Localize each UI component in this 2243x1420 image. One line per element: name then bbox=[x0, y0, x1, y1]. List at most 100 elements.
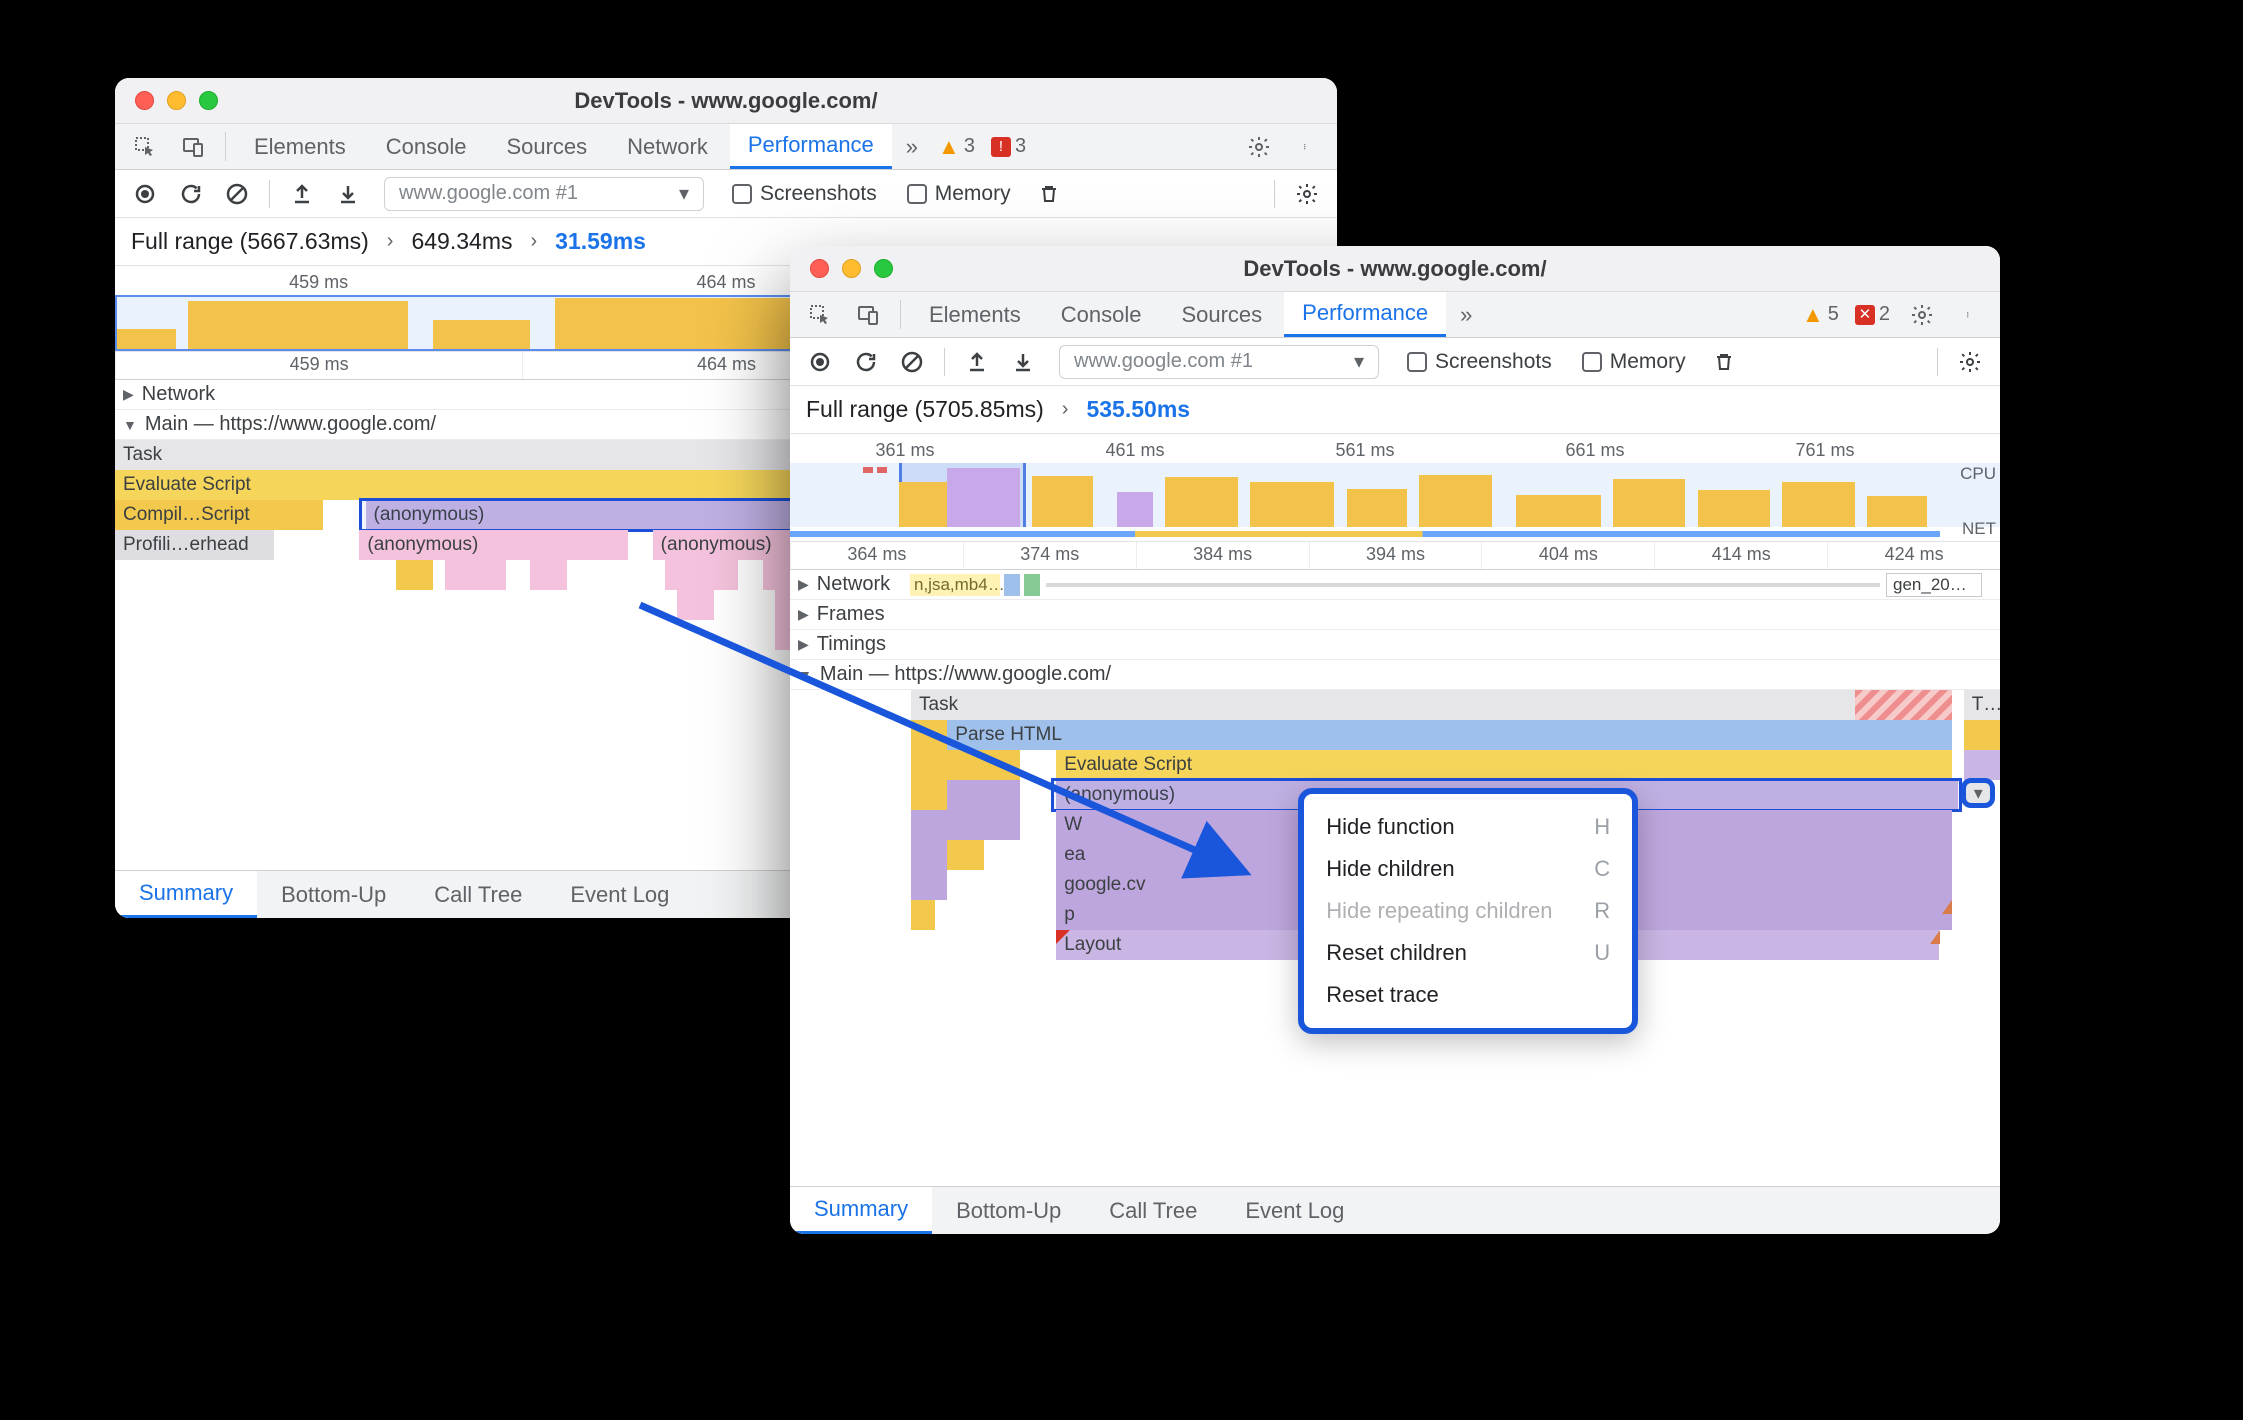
memory-label: Memory bbox=[1610, 350, 1686, 374]
breadcrumb-full[interactable]: Full range (5667.63ms) bbox=[131, 228, 369, 255]
ctx-label: Reset children bbox=[1326, 940, 1467, 966]
errors-badge[interactable]: ✕2 bbox=[1855, 292, 1890, 337]
tab-summary[interactable]: Summary bbox=[790, 1187, 932, 1234]
tab-bottom-up[interactable]: Bottom-Up bbox=[932, 1187, 1085, 1234]
window-titlebar: DevTools - www.google.com/ bbox=[115, 78, 1337, 124]
tab-console[interactable]: Console bbox=[368, 124, 485, 169]
tab-elements[interactable]: Elements bbox=[236, 124, 364, 169]
tab-sources[interactable]: Sources bbox=[1163, 292, 1280, 337]
tab-call-tree[interactable]: Call Tree bbox=[1085, 1187, 1221, 1234]
timeline-ruler[interactable]: 364 ms 374 ms 384 ms 394 ms 404 ms 414 m… bbox=[790, 542, 2000, 570]
track-main-label: Main — https://www.google.com/ bbox=[820, 663, 1111, 686]
upload-icon[interactable] bbox=[282, 174, 322, 214]
recording-selector[interactable]: www.google.com #1 ▾ bbox=[1059, 345, 1379, 379]
gear-icon[interactable] bbox=[1900, 292, 1944, 337]
garbage-collect-icon[interactable] bbox=[1704, 342, 1744, 382]
kebab-menu-icon[interactable] bbox=[1948, 292, 1992, 337]
dropdown-icon: ▾ bbox=[679, 181, 689, 206]
warnings-badge[interactable]: ▲5 bbox=[1802, 292, 1839, 337]
breadcrumb-current: 535.50ms bbox=[1086, 396, 1190, 423]
flame-entry-dropdown[interactable] bbox=[1961, 778, 1995, 808]
device-toggle-icon[interactable] bbox=[171, 124, 215, 169]
track-frames[interactable]: ▶Frames bbox=[790, 600, 2000, 630]
breadcrumb-mid[interactable]: 649.34ms bbox=[411, 228, 512, 255]
tab-bottom-up[interactable]: Bottom-Up bbox=[257, 871, 410, 918]
gear-icon[interactable] bbox=[1287, 174, 1327, 214]
track-main[interactable]: ▼Main — https://www.google.com/ bbox=[790, 660, 2000, 690]
network-request[interactable] bbox=[1004, 574, 1020, 596]
ctx-reset-children[interactable]: Reset children U bbox=[1304, 932, 1632, 974]
performance-toolbar: www.google.com #1 ▾ Screenshots Memory bbox=[790, 338, 2000, 386]
ctx-shortcut: R bbox=[1594, 898, 1610, 924]
flame-compile-script[interactable]: Compil…Script bbox=[115, 500, 323, 530]
chevron-right-icon: › bbox=[530, 230, 537, 253]
flame-chart[interactable]: Task T… Parse HTML Evaluate Script (anon… bbox=[790, 690, 2000, 1050]
recording-label: www.google.com #1 bbox=[1074, 350, 1253, 373]
track-timings[interactable]: ▶Timings bbox=[790, 630, 2000, 660]
garbage-collect-icon[interactable] bbox=[1029, 174, 1069, 214]
network-request[interactable] bbox=[1024, 574, 1040, 596]
track-network[interactable]: ▶Network n,jsa,mb4… gen_20… bbox=[790, 570, 2000, 600]
flame-task[interactable]: T… bbox=[1964, 690, 2000, 720]
kebab-menu-icon[interactable] bbox=[1285, 124, 1329, 169]
flame-profiling-overhead[interactable]: Profili…erhead bbox=[115, 530, 274, 560]
screenshots-label: Screenshots bbox=[1435, 350, 1552, 374]
reload-icon[interactable] bbox=[171, 174, 211, 214]
gear-icon[interactable] bbox=[1950, 342, 1990, 382]
flame-long-task[interactable] bbox=[1855, 690, 1952, 720]
breadcrumb-full[interactable]: Full range (5705.85ms) bbox=[806, 396, 1044, 423]
tab-elements[interactable]: Elements bbox=[911, 292, 1039, 337]
track-frames-label: Frames bbox=[817, 603, 885, 626]
upload-icon[interactable] bbox=[957, 342, 997, 382]
tabs-overflow[interactable]: » bbox=[1450, 292, 1482, 337]
inspect-icon[interactable] bbox=[123, 124, 167, 169]
ctx-label: Hide function bbox=[1326, 814, 1454, 840]
memory-checkbox[interactable]: Memory bbox=[907, 182, 1011, 206]
ctx-label: Reset trace bbox=[1326, 982, 1439, 1008]
track-timings-label: Timings bbox=[817, 633, 886, 656]
flame-evaluate-script[interactable]: Evaluate Script bbox=[1056, 750, 1951, 780]
tab-sources[interactable]: Sources bbox=[488, 124, 605, 169]
chevron-right-icon: › bbox=[387, 230, 394, 253]
device-toggle-icon[interactable] bbox=[846, 292, 890, 337]
devtools-tabstrip: Elements Console Sources Performance » ▲… bbox=[790, 292, 2000, 338]
errors-count: 2 bbox=[1879, 303, 1890, 326]
range-breadcrumb: Full range (5705.85ms) › 535.50ms bbox=[790, 386, 2000, 434]
recording-selector[interactable]: www.google.com #1 ▾ bbox=[384, 177, 704, 211]
tab-network[interactable]: Network bbox=[609, 124, 726, 169]
download-icon[interactable] bbox=[328, 174, 368, 214]
tab-event-log[interactable]: Event Log bbox=[546, 871, 693, 918]
errors-badge[interactable]: !3 bbox=[991, 124, 1026, 169]
devtools-tabstrip: Elements Console Sources Network Perform… bbox=[115, 124, 1337, 170]
inspect-icon[interactable] bbox=[798, 292, 842, 337]
timeline-overview[interactable]: 361 ms 461 ms 561 ms 661 ms 761 ms bbox=[790, 434, 2000, 542]
reload-icon[interactable] bbox=[846, 342, 886, 382]
flame-anonymous[interactable]: (anonymous) bbox=[359, 530, 628, 560]
tab-call-tree[interactable]: Call Tree bbox=[410, 871, 546, 918]
flame-parse-html[interactable]: Parse HTML bbox=[947, 720, 1951, 750]
warnings-badge[interactable]: ▲3 bbox=[938, 124, 975, 169]
tab-summary[interactable]: Summary bbox=[115, 871, 257, 918]
screenshots-label: Screenshots bbox=[760, 182, 877, 206]
tab-performance[interactable]: Performance bbox=[730, 124, 892, 169]
record-icon[interactable] bbox=[800, 342, 840, 382]
memory-checkbox[interactable]: Memory bbox=[1582, 350, 1686, 374]
clear-icon[interactable] bbox=[892, 342, 932, 382]
tabs-overflow[interactable]: » bbox=[896, 124, 928, 169]
gear-icon[interactable] bbox=[1237, 124, 1281, 169]
record-icon[interactable] bbox=[125, 174, 165, 214]
ctx-hide-children[interactable]: Hide children C bbox=[1304, 848, 1632, 890]
clear-icon[interactable] bbox=[217, 174, 257, 214]
flame-task[interactable]: Task bbox=[911, 690, 1855, 720]
download-icon[interactable] bbox=[1003, 342, 1043, 382]
ctx-hide-function[interactable]: Hide function H bbox=[1304, 806, 1632, 848]
network-request[interactable]: gen_20… bbox=[1886, 573, 1982, 597]
tab-console[interactable]: Console bbox=[1043, 292, 1160, 337]
tab-performance[interactable]: Performance bbox=[1284, 292, 1446, 337]
screenshots-checkbox[interactable]: Screenshots bbox=[732, 182, 877, 206]
ctx-reset-trace[interactable]: Reset trace bbox=[1304, 974, 1632, 1016]
ctx-shortcut: H bbox=[1594, 814, 1610, 840]
warnings-count: 5 bbox=[1828, 303, 1839, 326]
tab-event-log[interactable]: Event Log bbox=[1221, 1187, 1368, 1234]
screenshots-checkbox[interactable]: Screenshots bbox=[1407, 350, 1552, 374]
